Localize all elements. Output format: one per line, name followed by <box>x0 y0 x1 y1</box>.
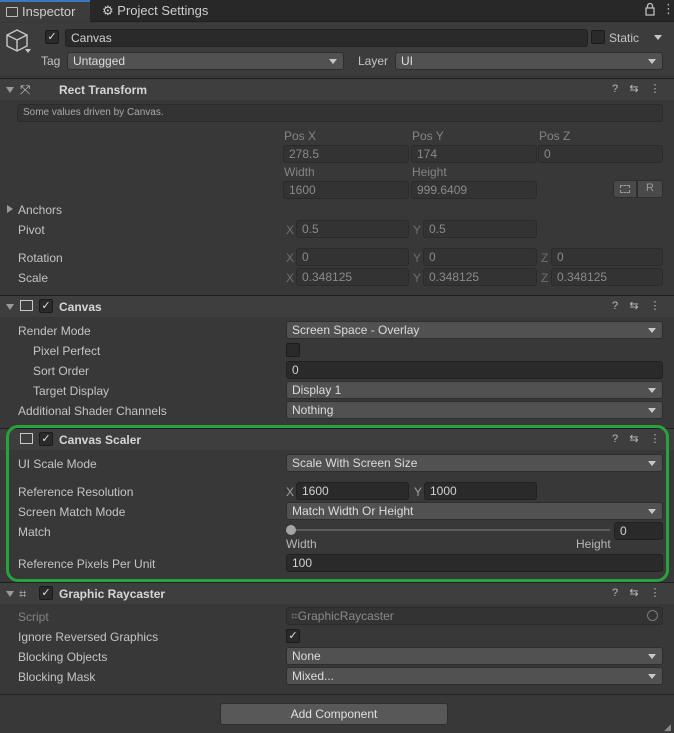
kebab-menu-icon[interactable]: ⋮ <box>649 83 661 95</box>
shader-channels-dropdown[interactable]: Nothing <box>286 401 663 419</box>
rect-transform-header[interactable]: ⤧ Rect Transform ? ⇆ ⋮ <box>0 78 674 100</box>
static-dropdown-caret[interactable] <box>654 35 662 40</box>
blocking-objects-label: Blocking Objects <box>18 650 108 664</box>
tab-inspector[interactable]: Inspector <box>0 0 90 22</box>
resize-grip-icon[interactable]: ◢ <box>664 722 671 733</box>
component-title: Canvas <box>59 300 102 314</box>
help-icon[interactable]: ? <box>609 83 621 95</box>
width-field: 1600 <box>283 181 409 199</box>
kebab-menu-icon[interactable]: ⋮ <box>649 300 661 312</box>
rotation-label: Rotation <box>18 251 63 265</box>
blocking-mask-dropdown[interactable]: Mixed... <box>286 667 663 685</box>
layer-dropdown[interactable]: UI <box>395 52 663 70</box>
anchors-label[interactable]: Anchors <box>18 203 62 217</box>
settings-gear-icon: ⚙ <box>102 3 114 18</box>
fold-arrow-icon[interactable] <box>6 304 14 310</box>
pivot-y-axis: Y <box>413 223 422 237</box>
preset-icon[interactable]: ⇆ <box>628 300 640 312</box>
static-label: Static <box>609 31 640 45</box>
pivot-x-field: 0.5 <box>296 220 409 238</box>
pos-z-label: Pos Z <box>539 129 571 143</box>
canvas-component-icon <box>20 300 33 311</box>
scale-x-axis: X <box>286 271 295 285</box>
rect-transform-icon: ⤧ <box>20 82 31 97</box>
rot-y-axis: Y <box>413 251 422 265</box>
height-field: 999.6409 <box>411 181 537 199</box>
pivot-label: Pivot <box>18 223 45 237</box>
static-checkbox[interactable] <box>591 30 605 44</box>
graphic-raycaster-header[interactable]: ⌗ ✓ Graphic Raycaster ? ⇆ ⋮ <box>0 582 674 604</box>
width-label: Width <box>284 165 315 179</box>
pos-x-field: 278.5 <box>283 145 409 163</box>
blocking-mask-label: Blocking Mask <box>18 670 96 684</box>
scale-x-field: 0.348125 <box>296 268 409 286</box>
rot-z-axis: Z <box>541 251 549 265</box>
script-label: Script <box>18 610 49 624</box>
name-field[interactable]: Canvas <box>65 29 588 47</box>
ignore-reversed-checkbox[interactable]: ✓ <box>286 629 300 643</box>
chevron-down-icon[interactable] <box>25 49 31 53</box>
blocking-objects-dropdown[interactable]: None <box>286 647 663 665</box>
pos-y-field: 174 <box>411 145 537 163</box>
pixel-perfect-checkbox[interactable] <box>286 343 300 357</box>
height-label: Height <box>412 165 447 179</box>
scale-z-field: 0.348125 <box>551 268 663 286</box>
graphic-raycaster-icon: ⌗ <box>19 586 27 601</box>
blueprint-icon <box>620 185 630 193</box>
target-display-dropdown[interactable]: Display 1 <box>286 381 663 399</box>
render-mode-label: Render Mode <box>18 324 91 338</box>
object-picker-icon[interactable] <box>647 610 658 621</box>
rot-y-field: 0 <box>423 248 537 266</box>
rot-x-axis: X <box>286 251 295 265</box>
graphic-raycaster-enabled-checkbox[interactable]: ✓ <box>39 586 53 600</box>
sort-order-field[interactable]: 0 <box>286 361 663 379</box>
component-title: Graphic Raycaster <box>59 587 166 601</box>
canvas-enabled-checkbox[interactable]: ✓ <box>39 299 53 313</box>
footer-divider <box>0 694 674 695</box>
tab-project-settings[interactable]: ⚙ Project Settings <box>96 0 226 22</box>
fold-arrow-icon[interactable] <box>6 87 14 93</box>
driven-note: Some values driven by Canvas. <box>17 104 663 122</box>
tag-dropdown[interactable]: Untagged <box>67 52 344 70</box>
pixel-perfect-label: Pixel Perfect <box>33 344 101 358</box>
rot-x-field: 0 <box>296 248 409 266</box>
sort-order-label: Sort Order <box>33 364 90 378</box>
pos-y-label: Pos Y <box>412 129 444 143</box>
shader-channels-label: Additional Shader Channels <box>18 404 167 418</box>
help-icon[interactable]: ? <box>609 587 621 599</box>
add-component-button[interactable]: Add Component <box>220 703 448 725</box>
pos-z-field[interactable]: 0 <box>538 145 663 163</box>
ignore-reversed-label: Ignore Reversed Graphics <box>18 630 159 644</box>
script-icon: ⌗ <box>291 609 298 623</box>
kebab-menu-icon[interactable]: ⋮ <box>662 2 674 15</box>
raw-edit-button[interactable]: R <box>637 180 663 198</box>
lock-icon[interactable] <box>645 2 655 16</box>
preset-icon[interactable]: ⇆ <box>628 587 640 599</box>
active-toggle[interactable]: ✓ <box>45 30 59 44</box>
pivot-x-axis: X <box>286 223 295 237</box>
pos-x-label: Pos X <box>284 129 317 143</box>
layer-label: Layer <box>358 54 389 68</box>
preset-icon[interactable]: ⇆ <box>628 83 640 95</box>
help-icon[interactable]: ? <box>609 300 621 312</box>
canvas-header[interactable]: ✓ Canvas ? ⇆ ⋮ <box>0 295 674 317</box>
scale-label: Scale <box>18 271 49 285</box>
target-display-label: Target Display <box>33 384 110 398</box>
pivot-y-field: 0.5 <box>423 220 537 238</box>
rot-z-field: 0 <box>551 248 663 266</box>
tag-label: Tag <box>41 54 61 68</box>
render-mode-dropdown[interactable]: Screen Space - Overlay <box>286 321 663 339</box>
blueprint-mode-button[interactable] <box>613 180 637 198</box>
component-title: Rect Transform <box>59 83 148 97</box>
inspector-tab-icon <box>6 7 18 17</box>
script-field: ⌗GraphicRaycaster <box>286 607 663 625</box>
kebab-menu-icon[interactable]: ⋮ <box>649 587 661 599</box>
anchors-fold-icon[interactable] <box>7 205 13 213</box>
scale-z-axis: Z <box>541 271 549 285</box>
canvas-scaler-highlight <box>6 425 669 582</box>
scale-y-field: 0.348125 <box>423 268 537 286</box>
scale-y-axis: Y <box>413 271 422 285</box>
fold-arrow-icon[interactable] <box>6 591 14 597</box>
